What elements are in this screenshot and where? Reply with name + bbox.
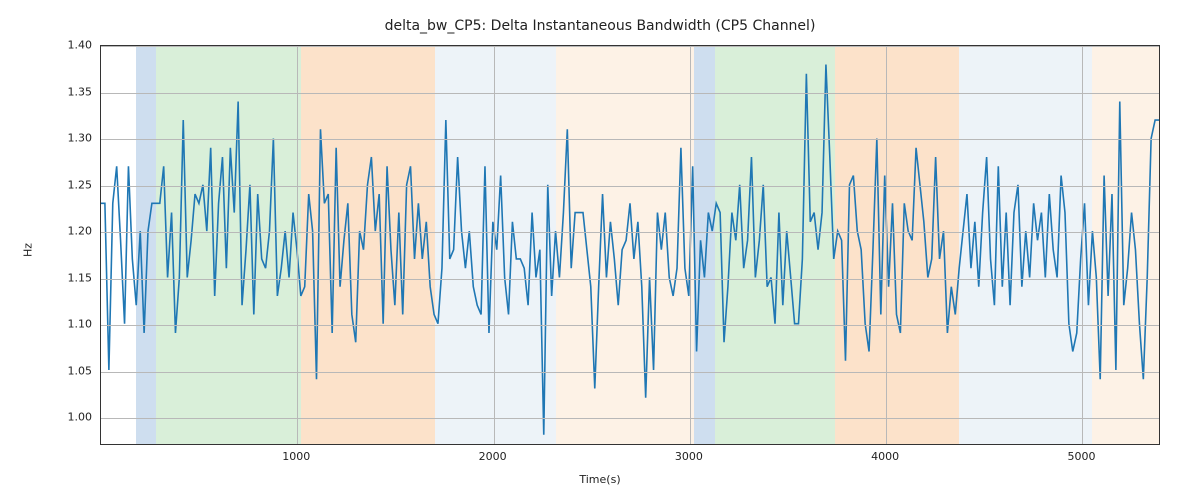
grid-line xyxy=(101,325,1159,326)
x-tick: 2000 xyxy=(479,450,507,463)
y-tick: 1.40 xyxy=(32,39,92,52)
chart-container: delta_bw_CP5: Delta Instantaneous Bandwi… xyxy=(0,0,1200,500)
chart-title: delta_bw_CP5: Delta Instantaneous Bandwi… xyxy=(0,18,1200,34)
grid-line xyxy=(297,46,298,444)
y-tick: 1.05 xyxy=(32,364,92,377)
grid-line xyxy=(101,139,1159,140)
grid-line xyxy=(101,46,1159,47)
plot-area xyxy=(100,45,1160,445)
y-tick: 1.35 xyxy=(32,85,92,98)
grid-line xyxy=(101,418,1159,419)
y-tick: 1.15 xyxy=(32,271,92,284)
grid-line xyxy=(101,372,1159,373)
y-tick: 1.30 xyxy=(32,132,92,145)
grid-line xyxy=(101,279,1159,280)
data-line xyxy=(101,65,1159,435)
x-tick: 3000 xyxy=(675,450,703,463)
y-tick: 1.00 xyxy=(32,411,92,424)
grid-line xyxy=(494,46,495,444)
y-tick: 1.20 xyxy=(32,225,92,238)
y-tick: 1.25 xyxy=(32,178,92,191)
y-tick: 1.10 xyxy=(32,318,92,331)
grid-line xyxy=(101,93,1159,94)
x-tick: 5000 xyxy=(1067,450,1095,463)
y-axis-label: Hz xyxy=(22,243,35,257)
grid-line xyxy=(886,46,887,444)
grid-line xyxy=(101,186,1159,187)
x-tick: 4000 xyxy=(871,450,899,463)
grid-line xyxy=(1082,46,1083,444)
x-axis-label: Time(s) xyxy=(0,473,1200,486)
x-tick: 1000 xyxy=(282,450,310,463)
grid-line xyxy=(101,232,1159,233)
grid-line xyxy=(690,46,691,444)
line-series xyxy=(101,46,1159,444)
